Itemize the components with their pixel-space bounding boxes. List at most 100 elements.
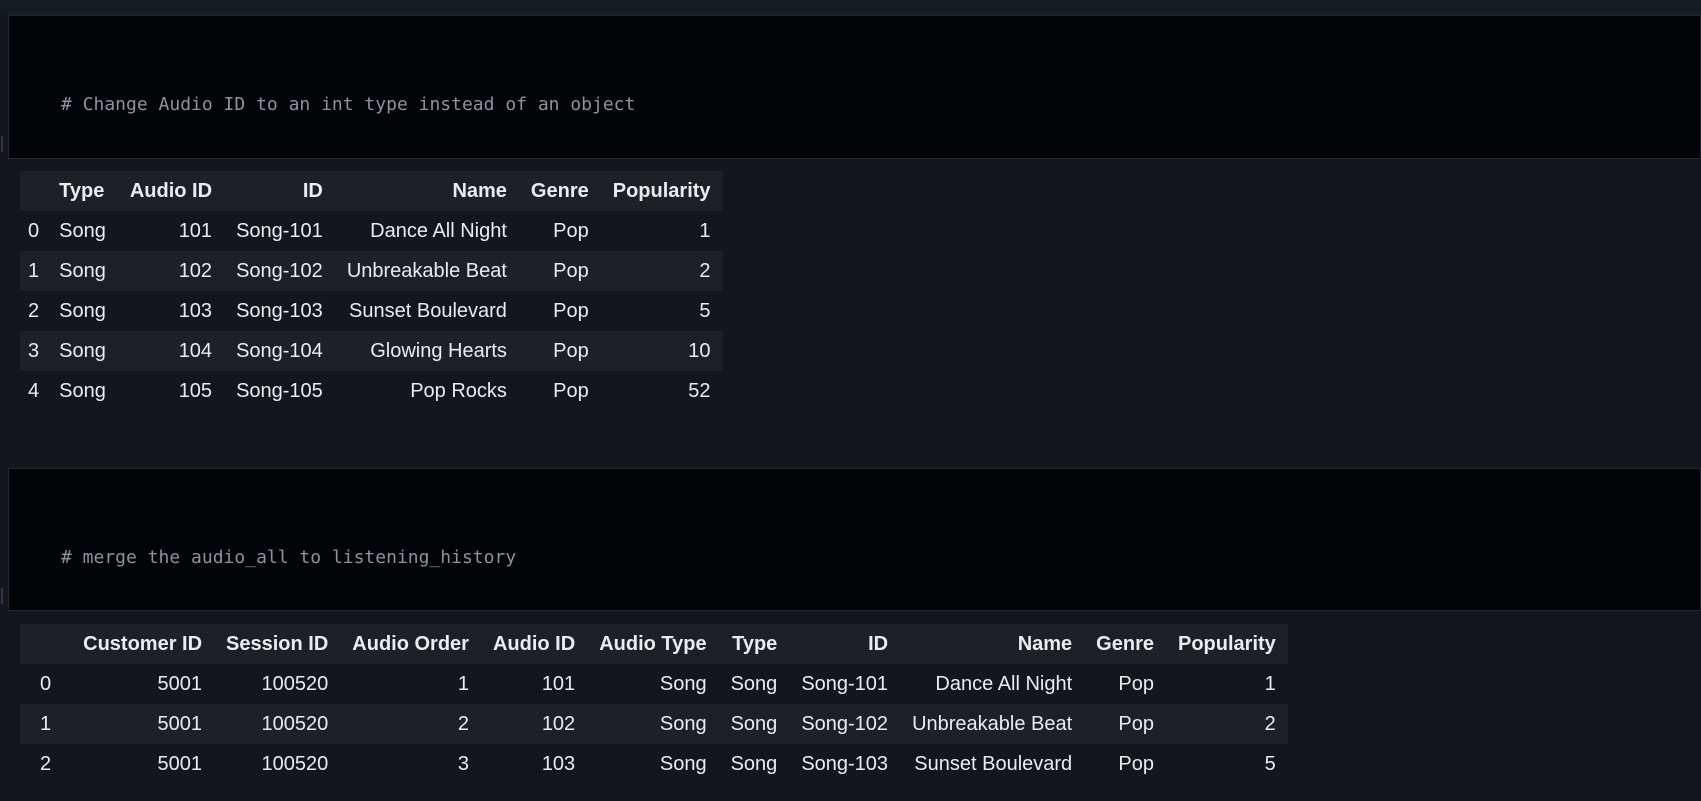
table-cell: 1	[457, 672, 469, 695]
table-cell: Song	[59, 259, 106, 282]
code-comment: # Change Audio ID to an int type instead…	[61, 94, 636, 115]
cell-gutter-marker	[1, 588, 3, 604]
table-cell: Song	[730, 672, 778, 695]
table-cell: 3	[457, 752, 469, 775]
table-cell: Pop	[553, 219, 589, 242]
table-cell: Song-104	[236, 339, 323, 362]
table-cell: 2	[699, 259, 711, 282]
table-cell: Pop	[1118, 752, 1154, 775]
row-index: 1	[40, 712, 52, 735]
table-cell: 5001	[157, 672, 203, 695]
row-index: 2	[40, 752, 52, 775]
table-cell: Song	[730, 752, 778, 775]
table-cell: Pop	[553, 299, 589, 322]
table-cell: Pop	[553, 259, 589, 282]
table-cell: 101	[541, 672, 576, 695]
table-row: 0 Song 101 Song-101 Dance All Night Pop 1	[20, 211, 723, 251]
table-row: 2 Song 103 Song-103 Sunset Boulevard Pop 5	[20, 291, 723, 331]
table-cell: Unbreakable Beat	[346, 259, 507, 282]
table-cell: Song-105	[236, 379, 323, 402]
table-cell: Sunset Boulevard	[349, 299, 507, 322]
table-cell: 100520	[261, 672, 329, 695]
table-cell: Song-101	[801, 672, 889, 695]
table-cell: 103	[541, 752, 576, 775]
table-cell: Song	[59, 299, 106, 322]
table-cell: 1	[699, 219, 711, 242]
table-header-row: Customer ID Session ID Audio Order Audio…	[20, 624, 1288, 664]
table-cell: Song-102	[801, 712, 889, 735]
code-cell-1[interactable]: # Change Audio ID to an int type instead…	[1, 15, 1701, 286]
table-cell: 100520	[261, 712, 329, 735]
table-cell: 1	[1264, 672, 1276, 695]
table-cell: Dance All Night	[370, 219, 507, 242]
table-cell: 105	[178, 379, 213, 402]
top-bar	[0, 0, 1701, 15]
table-cell: Glowing Hearts	[370, 339, 507, 362]
table-cell: Song	[659, 712, 707, 735]
table-cell: Pop	[553, 339, 589, 362]
table-cell: Song-102	[236, 259, 323, 282]
table-cell: Song-101	[236, 219, 323, 242]
table-cell: Song-103	[236, 299, 323, 322]
column-header: Popularity	[1177, 632, 1276, 655]
column-header	[20, 171, 47, 211]
column-header: Genre	[1096, 632, 1154, 655]
table-cell: 103	[178, 299, 213, 322]
table-cell: 10	[688, 339, 711, 362]
table-cell: 100520	[261, 752, 329, 775]
column-header: Audio Type	[599, 632, 707, 655]
table-cell: 104	[178, 339, 213, 362]
table-cell: Song	[59, 219, 106, 242]
table-cell: Pop	[1118, 712, 1154, 735]
table-cell: Song	[730, 712, 778, 735]
table-cell: 5001	[157, 712, 203, 735]
column-header: Audio ID	[129, 179, 213, 202]
table-cell: 52	[688, 379, 711, 402]
column-header: Audio ID	[492, 632, 576, 655]
column-header: Customer ID	[83, 632, 203, 655]
table-cell: 102	[541, 712, 576, 735]
table-cell: Pop	[553, 379, 589, 402]
column-header: ID	[868, 632, 889, 655]
column-header: Name	[1017, 632, 1073, 655]
table-cell: Unbreakable Beat	[912, 712, 1073, 735]
column-header	[20, 624, 71, 664]
table-cell: Pop Rocks	[410, 379, 507, 402]
table-header-row: Type Audio ID ID Name Genre Popularity	[20, 171, 723, 211]
table-cell: 2	[1264, 712, 1276, 735]
column-header: ID	[302, 179, 323, 202]
table-row: 3 Song 104 Song-104 Glowing Hearts Pop 10	[20, 331, 723, 371]
table-cell: 2	[457, 712, 469, 735]
table-row: 0 5001 100520 1 101 Song Song Song-101 Dance All…	[20, 664, 1288, 704]
row-index: 3	[28, 339, 40, 362]
table-cell: Pop	[1118, 672, 1154, 695]
table-row: 4 Song 105 Song-105 Pop Rocks Pop 52	[20, 371, 723, 411]
table-cell: 102	[178, 259, 213, 282]
code-comment: # merge the audio_all to listening_histo…	[61, 547, 517, 568]
table-cell: Song	[659, 752, 707, 775]
table-cell: Dance All Night	[935, 672, 1073, 695]
row-index: 0	[40, 672, 52, 695]
row-index: 1	[28, 259, 40, 282]
table-cell: Song	[59, 379, 106, 402]
table-cell: Song	[659, 672, 707, 695]
dataframe-output-1: Type Audio ID ID Name Genre Popularity 0…	[20, 171, 723, 411]
row-index: 0	[28, 219, 40, 242]
row-index: 2	[28, 299, 40, 322]
table-cell: Song-103	[801, 752, 889, 775]
table-cell: 5	[1264, 752, 1276, 775]
column-header: Name	[452, 179, 507, 202]
table-cell: 5001	[157, 752, 203, 775]
code-cell-2[interactable]: # merge the audio_all to listening_histo…	[1, 468, 1701, 739]
column-header: Type	[59, 179, 105, 202]
column-header: Audio Order	[352, 632, 469, 655]
column-header: Genre	[530, 179, 589, 202]
table-row: 2 5001 100520 3 103 Song Song Song-103 Sunset Bo…	[20, 744, 1288, 784]
table-cell: Sunset Boulevard	[914, 752, 1073, 775]
table-cell: 101	[178, 219, 213, 242]
dataframe-output-2: Customer ID Session ID Audio Order Audio…	[20, 624, 1288, 784]
column-header: Popularity	[612, 179, 711, 202]
column-header: Session ID	[226, 632, 329, 655]
table-row: 1 5001 100520 2 102 Song Song Song-102 Unbreakab…	[20, 704, 1288, 744]
cell-gutter-marker	[1, 136, 3, 152]
